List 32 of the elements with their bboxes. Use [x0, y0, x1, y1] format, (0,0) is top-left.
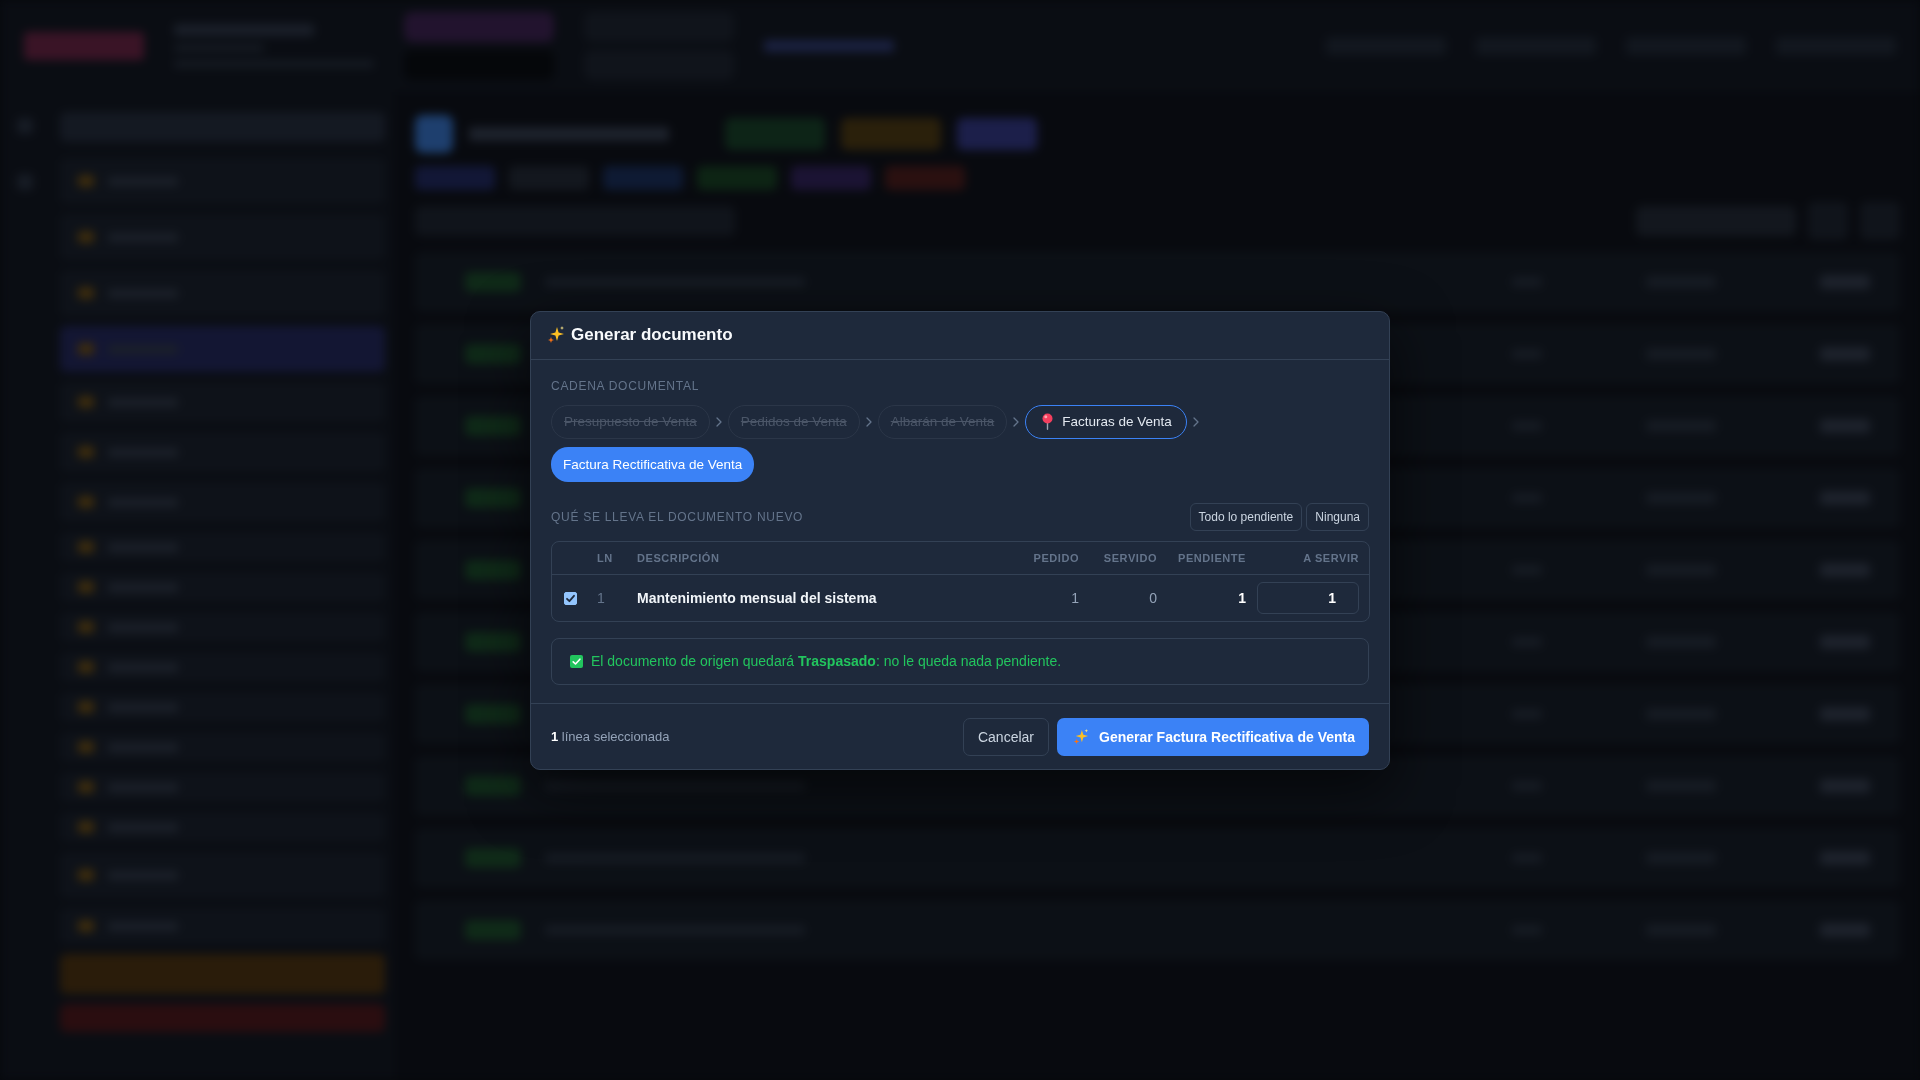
selection-summary: 1 línea seleccionada: [551, 729, 670, 744]
table-cell: 1: [597, 589, 605, 606]
column-header: DESCRIPCIÓN: [637, 551, 720, 564]
chevron-icon: [1192, 416, 1199, 427]
chevron-icon: [715, 416, 722, 427]
chevron-icon: [1013, 416, 1020, 427]
sparkle-icon: [1073, 728, 1089, 745]
table-cell: 1: [1238, 589, 1246, 606]
chevron-icon: [865, 416, 872, 427]
row-checkbox[interactable]: [564, 592, 577, 606]
pushpin-icon: [1042, 413, 1054, 430]
sparkle-icon: [547, 326, 565, 344]
check-icon: [570, 654, 583, 668]
column-header: PEDIDO: [1033, 551, 1079, 564]
table-cell: Mantenimiento mensual del sistema: [637, 589, 877, 606]
generate-button[interactable]: Generar Factura Rectificativa de Venta: [1057, 717, 1369, 756]
target-document-button[interactable]: Factura Rectificativa de Venta: [551, 446, 755, 482]
column-header: LN: [597, 551, 613, 564]
dialog-title: Generar documento: [571, 325, 733, 345]
column-header: PENDIENTE: [1178, 551, 1246, 564]
table-cell: 0: [1149, 589, 1157, 606]
select-option-button[interactable]: Ninguna: [1306, 502, 1369, 531]
cancel-button[interactable]: Cancelar: [962, 717, 1049, 756]
select-option-button[interactable]: Todo lo pendiente: [1189, 502, 1303, 531]
column-header: SERVIDO: [1103, 551, 1157, 564]
section-label: QUÉ SE LLEVA EL DOCUMENTO NUEVO: [551, 509, 804, 524]
table-cell: 1: [1071, 589, 1079, 606]
column-header: A SERVIR: [1303, 551, 1359, 564]
quantity-input[interactable]: 1: [1257, 581, 1359, 614]
step-label: Facturas de Venta: [1062, 414, 1172, 429]
section-label: CADENA DOCUMENTAL: [551, 378, 701, 393]
notice-text: El documento de origen quedará Traspasado: no le queda nada pendiente.: [591, 653, 1062, 669]
